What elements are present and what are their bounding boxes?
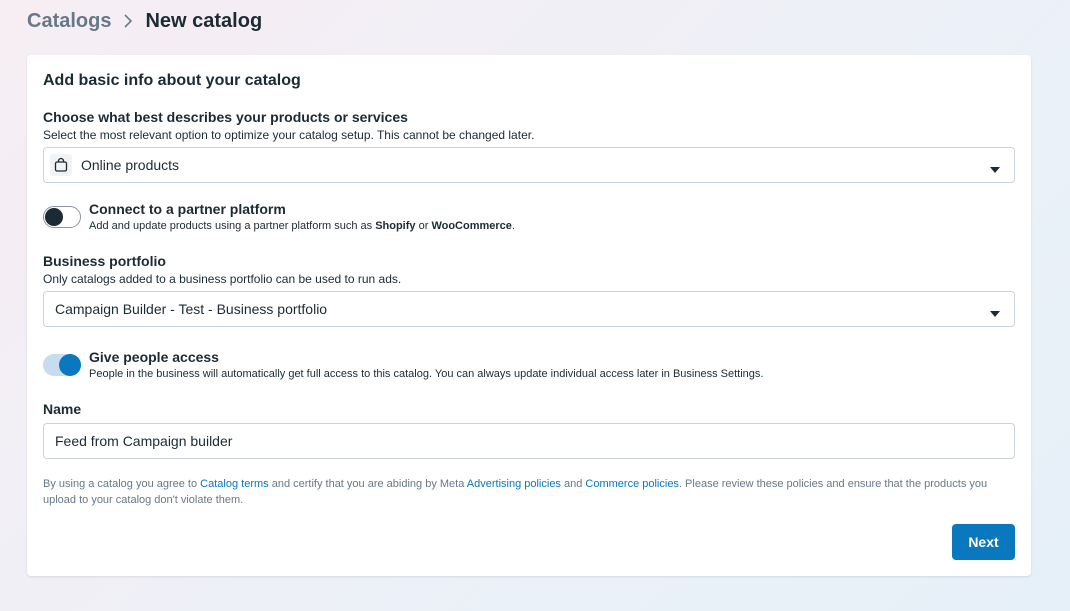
advertising-policies-link[interactable]: Advertising policies <box>467 478 561 490</box>
chevron-right-icon <box>115 9 141 33</box>
partner-platform-desc: Add and update products using a partner … <box>89 219 515 233</box>
commerce-policies-link[interactable]: Commerce policies <box>585 478 679 490</box>
partner-platform-row: Connect to a partner platform Add and up… <box>43 200 515 233</box>
caret-down-icon <box>990 161 1000 173</box>
give-access-desc: People in the business will automaticall… <box>89 368 764 380</box>
terms-text-1: By using a catalog you agree to <box>43 478 201 490</box>
next-button[interactable]: Next <box>952 524 1015 560</box>
woocommerce-text: WooCommerce <box>431 220 512 232</box>
partner-desc-or: or <box>415 220 432 232</box>
card-title: Add basic info about your catalog <box>43 72 301 89</box>
terms-text: By using a catalog you agree to Catalog … <box>43 476 1015 508</box>
shopify-text: Shopify <box>375 220 416 232</box>
breadcrumb-catalogs-link[interactable]: Catalogs <box>27 10 111 33</box>
partner-desc-text: Add and update products using a partner … <box>89 220 376 232</box>
catalog-terms-link[interactable]: Catalog terms <box>200 478 268 490</box>
partner-desc-period: . <box>511 220 515 232</box>
page-title: New catalog <box>145 9 263 32</box>
name-label: Name <box>43 401 82 417</box>
catalog-form-card: Add basic info about your catalog Choose… <box>27 55 1031 576</box>
product-type-select[interactable]: Online products <box>43 147 1015 183</box>
business-portfolio-select[interactable]: Campaign Builder - Test - Business portf… <box>43 291 1015 327</box>
name-input[interactable] <box>43 423 1015 459</box>
product-type-value: Online products <box>81 157 180 173</box>
product-type-label: Choose what best describes your products… <box>43 109 408 125</box>
toggle-knob <box>59 354 81 376</box>
give-access-row: Give people access People in the busines… <box>43 348 763 381</box>
breadcrumb: Catalogs New catalog <box>27 9 262 33</box>
terms-text-2: and certify that you are abiding by Meta <box>268 478 467 490</box>
partner-platform-title: Connect to a partner platform <box>89 201 286 217</box>
give-access-toggle[interactable] <box>43 354 81 376</box>
caret-down-icon <box>990 305 1000 317</box>
shopping-bag-icon <box>50 154 72 176</box>
toggle-knob <box>45 208 63 226</box>
partner-platform-toggle[interactable] <box>43 206 81 228</box>
terms-text-3: and <box>560 478 586 490</box>
business-portfolio-label: Business portfolio <box>43 253 166 269</box>
business-portfolio-value: Campaign Builder - Test - Business portf… <box>55 301 328 317</box>
product-type-help: Select the most relevant option to optim… <box>43 128 535 142</box>
business-portfolio-help: Only catalogs added to a business portfo… <box>43 272 402 286</box>
give-access-title: Give people access <box>89 349 219 365</box>
